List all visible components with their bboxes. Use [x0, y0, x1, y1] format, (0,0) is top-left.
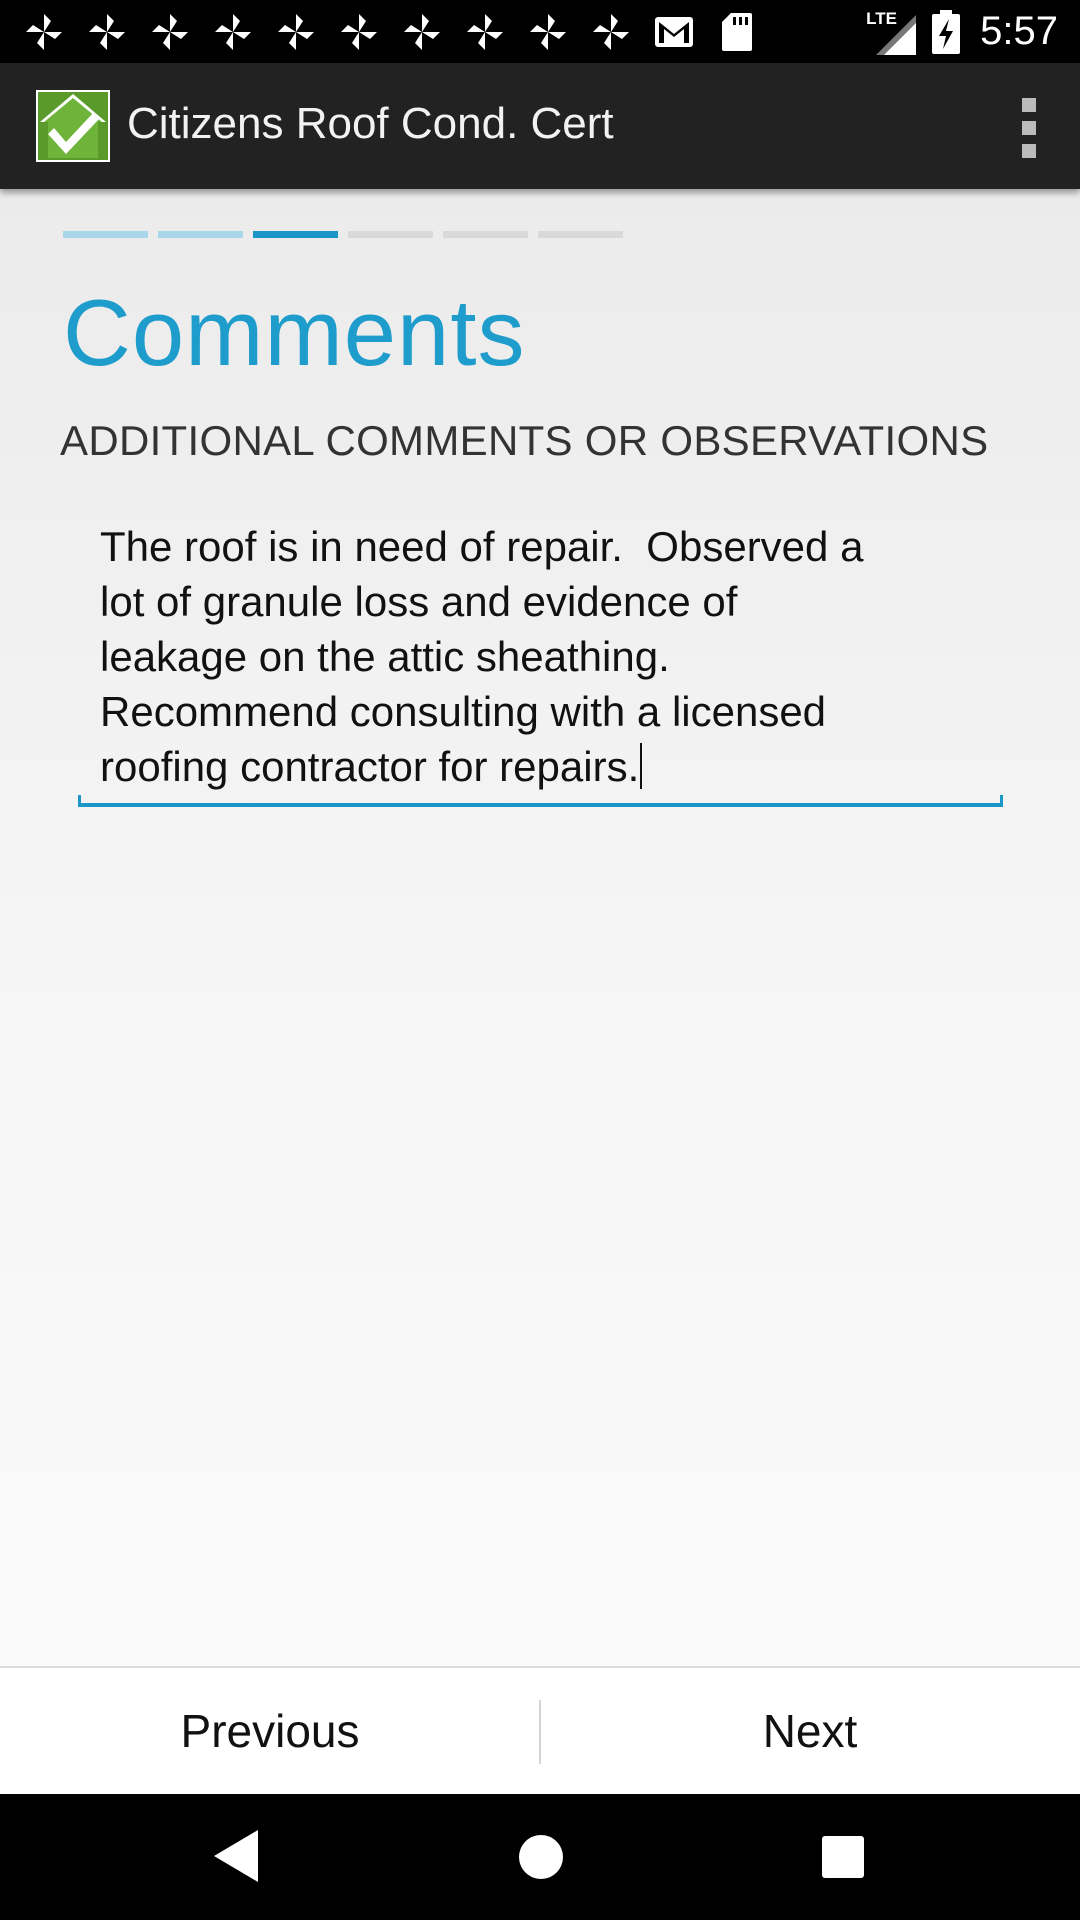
- pinwheel-icon: [146, 8, 194, 56]
- content-area: Comments ADDITIONAL COMMENTS OR OBSERVAT…: [0, 189, 1080, 1666]
- pinwheel-icon: [272, 8, 320, 56]
- recents-icon[interactable]: [822, 1836, 864, 1878]
- clock: 5:57: [980, 9, 1058, 53]
- pinwheel-icon: [461, 8, 509, 56]
- progress-step-6: [538, 231, 623, 238]
- progress-step-5: [443, 231, 528, 238]
- action-bar: Citizens Roof Cond. Cert: [0, 63, 1080, 189]
- comments-input[interactable]: The roof is in need of repair. Observed …: [78, 519, 1003, 809]
- comments-text[interactable]: The roof is in need of repair. Observed …: [100, 519, 980, 794]
- previous-button[interactable]: Previous: [0, 1668, 540, 1794]
- pinwheel-icon: [335, 8, 383, 56]
- pinwheel-icon: [209, 8, 257, 56]
- status-bar: LTE 5:57: [0, 0, 1080, 63]
- gmail-icon: [650, 8, 698, 56]
- step-progress-indicator: [63, 231, 633, 238]
- back-icon[interactable]: [214, 1830, 258, 1882]
- pinwheel-icon: [398, 8, 446, 56]
- house-checkmark-icon: [36, 90, 110, 162]
- home-icon[interactable]: [519, 1835, 563, 1879]
- pinwheel-icon: [20, 8, 68, 56]
- pinwheel-icon: [83, 8, 131, 56]
- app-title: Citizens Roof Cond. Cert: [127, 99, 614, 148]
- pinwheel-icon: [587, 8, 635, 56]
- progress-step-3: [253, 231, 338, 238]
- input-underline: [78, 795, 1003, 807]
- battery-charging-icon: [930, 9, 962, 54]
- system-status: LTE 5:57: [866, 0, 1058, 63]
- overflow-menu-icon[interactable]: [1014, 98, 1044, 158]
- comments-value: The roof is in need of repair. Observed …: [100, 523, 864, 790]
- progress-step-4: [348, 231, 433, 238]
- pinwheel-icon: [524, 8, 572, 56]
- lte-signal-icon: LTE: [866, 9, 917, 55]
- navigation-bar: [0, 1794, 1080, 1920]
- progress-step-2: [158, 231, 243, 238]
- screen: LTE 5:57 Citizens Roof Cond. Cert Commen…: [0, 0, 1080, 1920]
- sd-card-icon: [713, 8, 761, 56]
- text-cursor: [640, 743, 643, 789]
- button-bar: Previous Next: [0, 1666, 1080, 1794]
- page-title: Comments: [63, 280, 526, 385]
- next-button[interactable]: Next: [540, 1668, 1080, 1794]
- notification-icons: [20, 8, 776, 56]
- section-label: ADDITIONAL COMMENTS OR OBSERVATIONS: [60, 417, 989, 464]
- progress-step-1: [63, 231, 148, 238]
